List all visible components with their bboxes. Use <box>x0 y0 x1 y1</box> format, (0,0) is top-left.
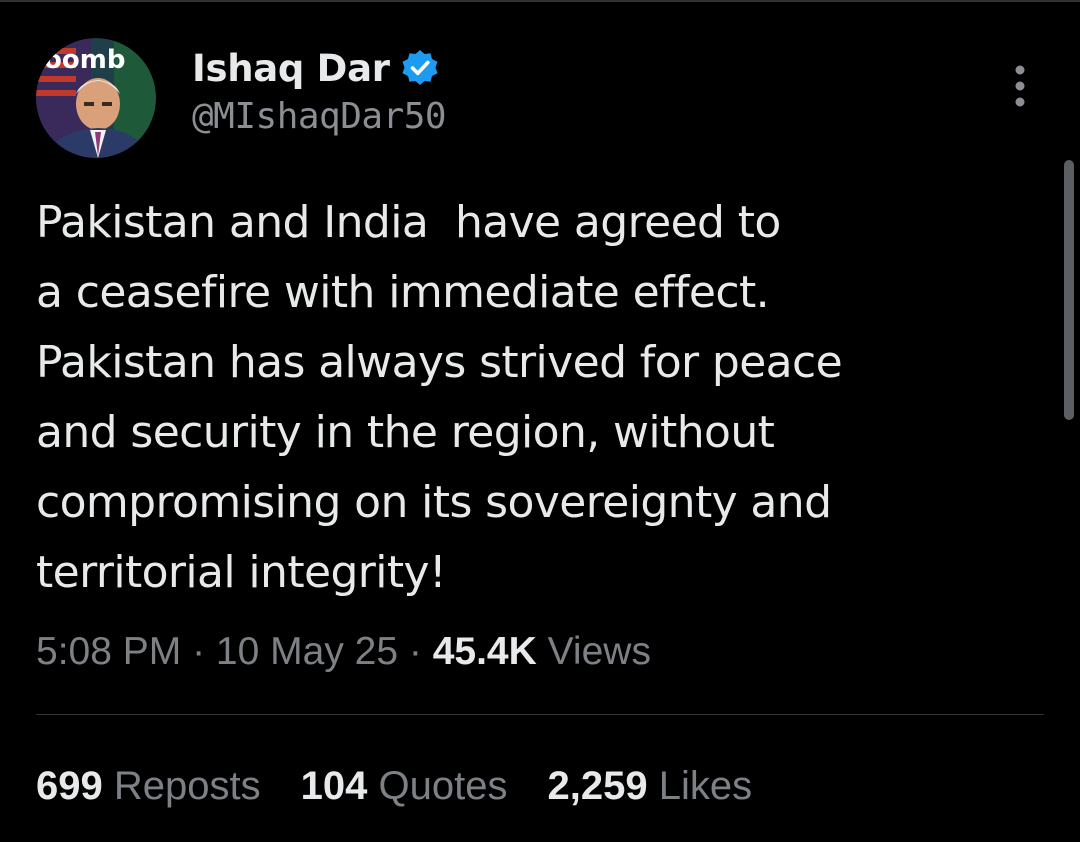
views-count: 45.4K <box>432 630 537 673</box>
meta-separator: · <box>398 630 433 673</box>
verified-badge-icon <box>400 48 440 88</box>
more-vertical-icon <box>1015 65 1025 107</box>
likes-label: Likes <box>658 763 753 808</box>
tweet-text-line: territorial integrity! <box>36 547 447 598</box>
tweet-time[interactable]: 5:08 PM <box>36 630 181 674</box>
reposts-count: 699 <box>36 763 103 808</box>
tweet-meta: 5:08 PM · 10 May 25 · 45.4K Views <box>36 624 651 680</box>
quotes-stat[interactable]: 104 Quotes <box>301 764 508 809</box>
meta-separator: · <box>181 630 216 673</box>
author-handle[interactable]: @MIshaqDar50 <box>192 96 447 137</box>
reposts-stat[interactable]: 699 Reposts <box>36 764 261 809</box>
avatar-photo: oomb <box>36 38 156 158</box>
divider <box>36 714 1044 715</box>
quotes-count: 104 <box>300 763 368 808</box>
more-options-button[interactable] <box>1004 62 1036 112</box>
likes-count: 2,259 <box>547 763 648 808</box>
tweet-text: Pakistan and India have agreed to a ceas… <box>36 188 1036 608</box>
likes-stat[interactable]: 2,259 Likes <box>547 764 752 809</box>
quotes-label: Quotes <box>378 763 508 808</box>
tweet-text-line: compromising on its sovereignty and <box>36 477 832 528</box>
avatar-background-text: oomb <box>44 45 125 75</box>
author-name-row: Ishaq Dar <box>192 40 440 96</box>
tweet-text-line: and security in the region, without <box>36 407 775 458</box>
top-border <box>0 0 1080 2</box>
tweet-text-line: Pakistan and India have agreed to <box>36 197 781 248</box>
tweet-text-line: Pakistan has always strived for peace <box>36 337 843 388</box>
reposts-label: Reposts <box>113 763 261 808</box>
tweet-text-line: a ceasefire with immediate effect. <box>36 267 770 318</box>
scrollbar-thumb[interactable] <box>1064 160 1074 420</box>
tweet-date[interactable]: 10 May 25 <box>216 630 398 674</box>
engagement-stats: 699 Reposts 104 Quotes 2,259 Likes <box>36 758 752 814</box>
avatar[interactable]: oomb <box>36 38 156 158</box>
author-display-name[interactable]: Ishaq Dar <box>192 47 390 90</box>
views-label: Views <box>547 630 651 673</box>
